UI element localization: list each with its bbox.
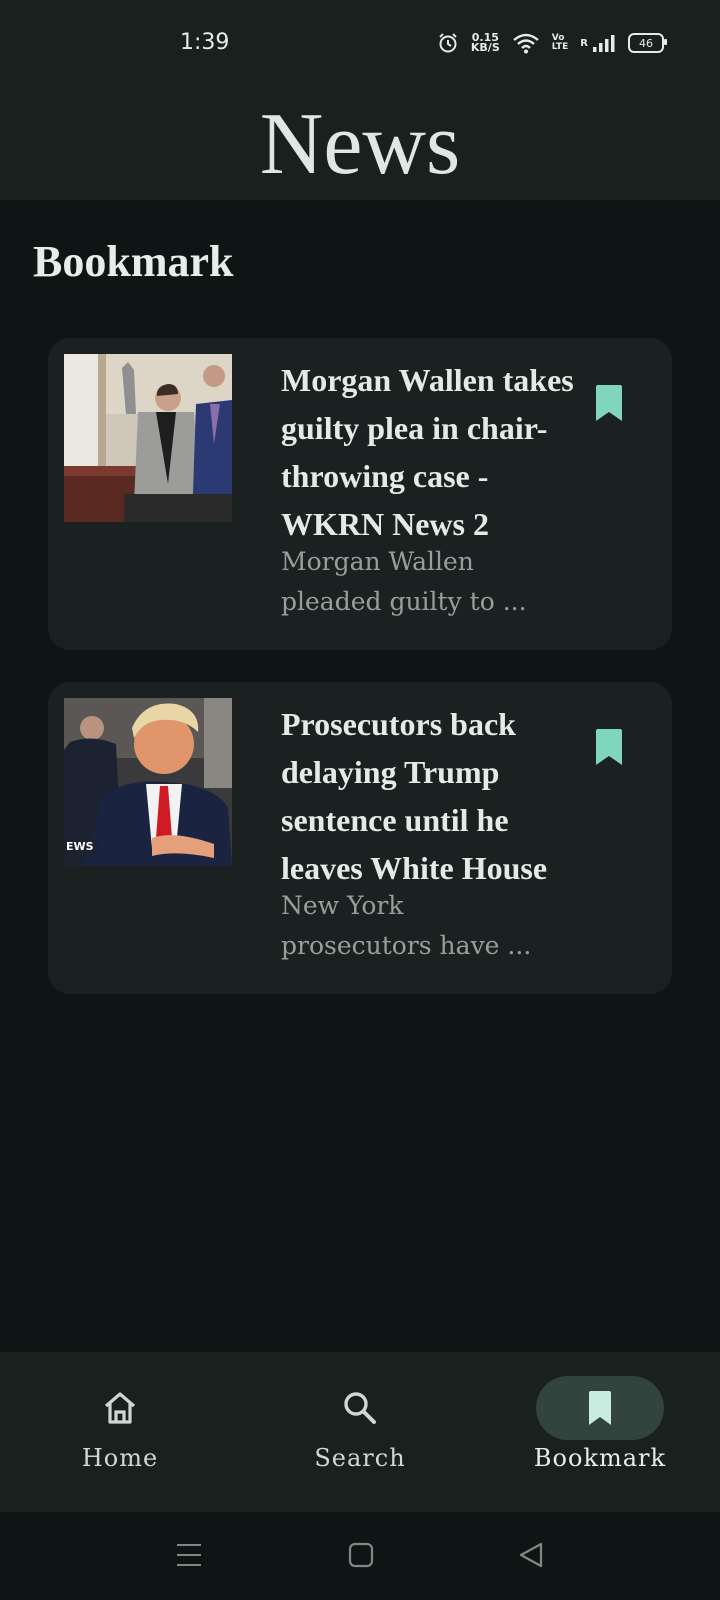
bookmark-icon <box>589 1391 611 1425</box>
nav-label-search: Search <box>314 1444 406 1472</box>
article-thumbnail: EWS <box>64 698 232 866</box>
wifi-icon <box>512 33 539 54</box>
volte-indicator: Vo LTE <box>552 34 569 52</box>
search-icon <box>344 1392 376 1424</box>
article-description-line: Morgan Wallen <box>281 547 474 576</box>
alarm-icon <box>439 33 457 53</box>
article-title[interactable]: Prosecutors back delaying Trump sentence… <box>281 700 591 892</box>
nav-label-home: Home <box>81 1444 159 1472</box>
menu-icon[interactable] <box>176 1542 202 1568</box>
status-bar: 1:39 0.15 KB/S Vo LTE R 46 <box>0 0 720 92</box>
nav-item-home[interactable]: Home <box>0 1352 240 1512</box>
app-header: News <box>0 92 720 200</box>
app-title: News <box>259 96 461 193</box>
article-description-line: prosecutors have ... <box>281 931 532 960</box>
article-description-line: pleaded guilty to ... <box>281 587 527 616</box>
nav-item-search[interactable]: Search <box>240 1352 480 1512</box>
bottom-navigation: Home Search Bookmark <box>0 1352 720 1512</box>
home-icon <box>104 1392 136 1424</box>
article-title[interactable]: Morgan Wallen takes guilty plea in chair… <box>281 356 591 548</box>
network-speed: 0.15 KB/S <box>470 32 500 54</box>
battery-icon: 46 <box>628 33 667 53</box>
network-speed-unit: KB/S <box>470 41 500 54</box>
battery-level: 46 <box>639 36 653 50</box>
volte-bottom: LTE <box>551 42 569 52</box>
signal-icon <box>593 35 615 52</box>
article-description-line: New York <box>281 891 404 920</box>
article-card[interactable]: EWS Prosecutors back delaying Trump sent… <box>48 682 672 994</box>
image-caption: EWS <box>66 840 94 853</box>
nav-item-bookmark[interactable]: Bookmark <box>480 1352 720 1512</box>
bookmark-icon[interactable] <box>594 384 624 422</box>
article-thumbnail <box>64 354 232 522</box>
status-icons: 0.15 KB/S Vo LTE R 46 <box>437 32 667 54</box>
back-icon[interactable] <box>518 1542 544 1568</box>
nav-label-bookmark: Bookmark <box>533 1444 667 1472</box>
home-square-icon[interactable] <box>348 1542 374 1568</box>
roaming-indicator: R <box>580 37 588 49</box>
status-time: 1:39 <box>180 30 230 55</box>
article-card[interactable]: Morgan Wallen takes guilty plea in chair… <box>48 338 672 650</box>
bookmark-icon[interactable] <box>594 728 624 766</box>
system-navigation-bar <box>0 1512 720 1600</box>
page-title: Bookmark <box>33 237 234 286</box>
